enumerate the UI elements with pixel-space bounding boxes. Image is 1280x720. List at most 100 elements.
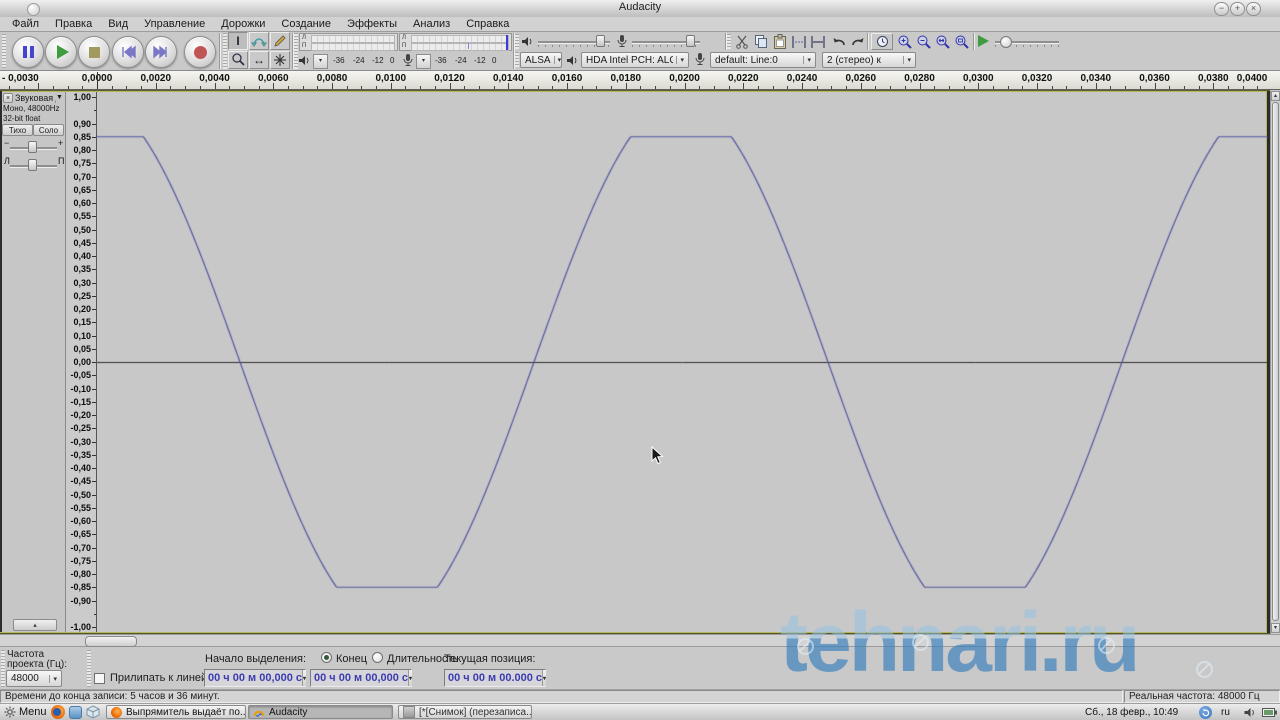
- menu-item[interactable]: Анализ: [405, 17, 458, 31]
- vruler-label: 0,10: [73, 331, 91, 341]
- title-bar[interactable]: Audacity − + ×: [0, 0, 1280, 18]
- taskbar-task-audacity[interactable]: Audacity: [248, 705, 393, 719]
- zoom-out-icon[interactable]: [916, 34, 932, 50]
- screenshot-app-icon[interactable]: [69, 706, 82, 719]
- mute-button[interactable]: Тихо: [2, 124, 33, 136]
- taskbar-clock[interactable]: Сб., 18 февр., 10:49: [1085, 707, 1178, 718]
- vertical-scrollbar[interactable]: ▴ ▾: [1270, 91, 1280, 634]
- pause-button[interactable]: [12, 36, 44, 68]
- draw-tool-button[interactable]: [270, 32, 290, 50]
- menu-item[interactable]: Справка: [458, 17, 517, 31]
- selection-end-field[interactable]: 00 ч 00 м 00,000 с ▾: [310, 669, 412, 687]
- timeline-tick: [905, 86, 906, 89]
- menu-item[interactable]: Дорожки: [213, 17, 273, 31]
- copy-icon[interactable]: [753, 34, 769, 50]
- firefox-icon[interactable]: [51, 705, 65, 719]
- snap-checkbox[interactable]: [94, 673, 105, 684]
- selection-toolbar-grip[interactable]: [87, 650, 91, 687]
- multi-tool-button[interactable]: [270, 51, 290, 69]
- menu-item[interactable]: Правка: [47, 17, 100, 31]
- menu-item[interactable]: Вид: [100, 17, 136, 31]
- menu-item[interactable]: Файл: [4, 17, 47, 31]
- chevron-down-icon: ▾: [903, 56, 911, 64]
- cut-icon[interactable]: [734, 34, 750, 50]
- input-volume-thumb[interactable]: [686, 35, 695, 47]
- scroll-up-arrow[interactable]: ▴: [1271, 91, 1280, 101]
- keyboard-layout-indicator[interactable]: ru: [1221, 707, 1230, 718]
- battery-tray-icon[interactable]: [1262, 707, 1278, 718]
- gain-slider-thumb[interactable]: [28, 141, 37, 153]
- stop-button[interactable]: [78, 36, 110, 68]
- skip-to-end-button[interactable]: [145, 36, 177, 68]
- input-channels-dropdown[interactable]: 2 (стерео) к ▾: [822, 52, 916, 68]
- play-at-speed-button[interactable]: [978, 35, 989, 47]
- pan-slider-thumb[interactable]: [28, 159, 37, 171]
- sync-lock-button[interactable]: [871, 33, 893, 50]
- paste-icon[interactable]: [772, 34, 788, 50]
- undo-icon[interactable]: [831, 34, 847, 50]
- update-notifier-icon[interactable]: [1199, 706, 1212, 719]
- volume-tray-icon[interactable]: [1243, 707, 1256, 718]
- collapse-track-button[interactable]: ▴: [13, 619, 57, 631]
- transport-grip[interactable]: [2, 34, 6, 68]
- scroll-down-arrow[interactable]: ▾: [1271, 623, 1280, 633]
- selection-tool-button[interactable]: I: [228, 32, 248, 50]
- playback-meter[interactable]: Л П: [299, 33, 398, 51]
- vruler-tick: [92, 309, 96, 310]
- timeline-tick: [523, 86, 524, 89]
- solo-button[interactable]: Соло: [33, 124, 64, 136]
- vruler-tick: [92, 587, 96, 588]
- device-grip[interactable]: [515, 52, 519, 67]
- mixer-grip[interactable]: [515, 34, 519, 49]
- redo-icon[interactable]: [850, 34, 866, 50]
- fit-project-icon[interactable]: [954, 34, 970, 50]
- timeline-tick: [1184, 86, 1185, 89]
- input-device-dropdown[interactable]: default: Line:0 ▾: [710, 52, 816, 68]
- taskbar-task-firefox[interactable]: Выпрямитель выдаёт по...: [106, 705, 246, 719]
- vertical-ruler[interactable]: 1,000,900,850,800,750,700,650,600,550,50…: [66, 92, 97, 632]
- recording-meter[interactable]: Л П: [399, 33, 512, 51]
- selection-start-field[interactable]: 00 ч 00 м 00,000 с ▾: [204, 669, 306, 687]
- menu-item[interactable]: Эффекты: [339, 17, 405, 31]
- taskbar-task-gimp[interactable]: [*[Снимок] (перезаписа...: [398, 705, 532, 719]
- fit-selection-icon[interactable]: [935, 34, 951, 50]
- current-position-field[interactable]: 00 ч 00 м 00.000 с ▾: [444, 669, 546, 687]
- selection-toolbar-grip[interactable]: [1, 650, 5, 687]
- output-volume-thumb[interactable]: [596, 35, 605, 47]
- horizontal-scroll-thumb[interactable]: [85, 636, 137, 647]
- playback-meter-menu-button[interactable]: ▾: [313, 54, 328, 69]
- vertical-scroll-thumb[interactable]: [1272, 102, 1279, 621]
- toolbar-separator: [973, 33, 975, 50]
- edit-grip[interactable]: [727, 34, 731, 49]
- virtualbox-icon[interactable]: [86, 705, 100, 719]
- project-rate-dropdown[interactable]: 48000 ▾: [6, 670, 62, 687]
- silence-icon[interactable]: [810, 34, 826, 50]
- timeline-ruler[interactable]: - 0,00300,00000,00200,00400,00600,00800,…: [0, 71, 1280, 90]
- track-menu-arrow[interactable]: ▼: [56, 94, 63, 101]
- minimize-button[interactable]: −: [1214, 2, 1229, 16]
- duration-radio[interactable]: [372, 652, 383, 663]
- menu-item[interactable]: Создание: [273, 17, 339, 31]
- trim-outside-icon[interactable]: [791, 34, 807, 50]
- record-button[interactable]: [184, 36, 216, 68]
- skip-to-start-button[interactable]: [112, 36, 144, 68]
- gear-icon[interactable]: [4, 706, 16, 718]
- menu-item[interactable]: Управление: [136, 17, 213, 31]
- taskbar-menu-button[interactable]: Menu: [19, 706, 47, 718]
- track-close-button[interactable]: ×: [3, 93, 13, 103]
- maximize-button[interactable]: +: [1230, 2, 1245, 16]
- close-button[interactable]: ×: [1246, 2, 1261, 16]
- envelope-tool-button[interactable]: [249, 32, 269, 50]
- zoom-tool-button[interactable]: [228, 51, 248, 69]
- timeshift-tool-button[interactable]: ↔: [249, 51, 269, 69]
- audio-host-dropdown[interactable]: ALSA ▾: [520, 52, 562, 68]
- end-radio[interactable]: [321, 652, 332, 663]
- play-speed-thumb[interactable]: [1000, 36, 1012, 48]
- tools-grip[interactable]: [223, 33, 227, 69]
- recording-meter-menu-button[interactable]: ▾: [416, 54, 431, 69]
- vruler-tick: [92, 137, 96, 138]
- zoom-in-icon[interactable]: [897, 34, 913, 50]
- output-device-dropdown[interactable]: HDA Intel PCH: ALC887 ▾: [581, 52, 689, 68]
- waveform-canvas[interactable]: [97, 92, 1268, 632]
- play-button[interactable]: [45, 36, 77, 68]
